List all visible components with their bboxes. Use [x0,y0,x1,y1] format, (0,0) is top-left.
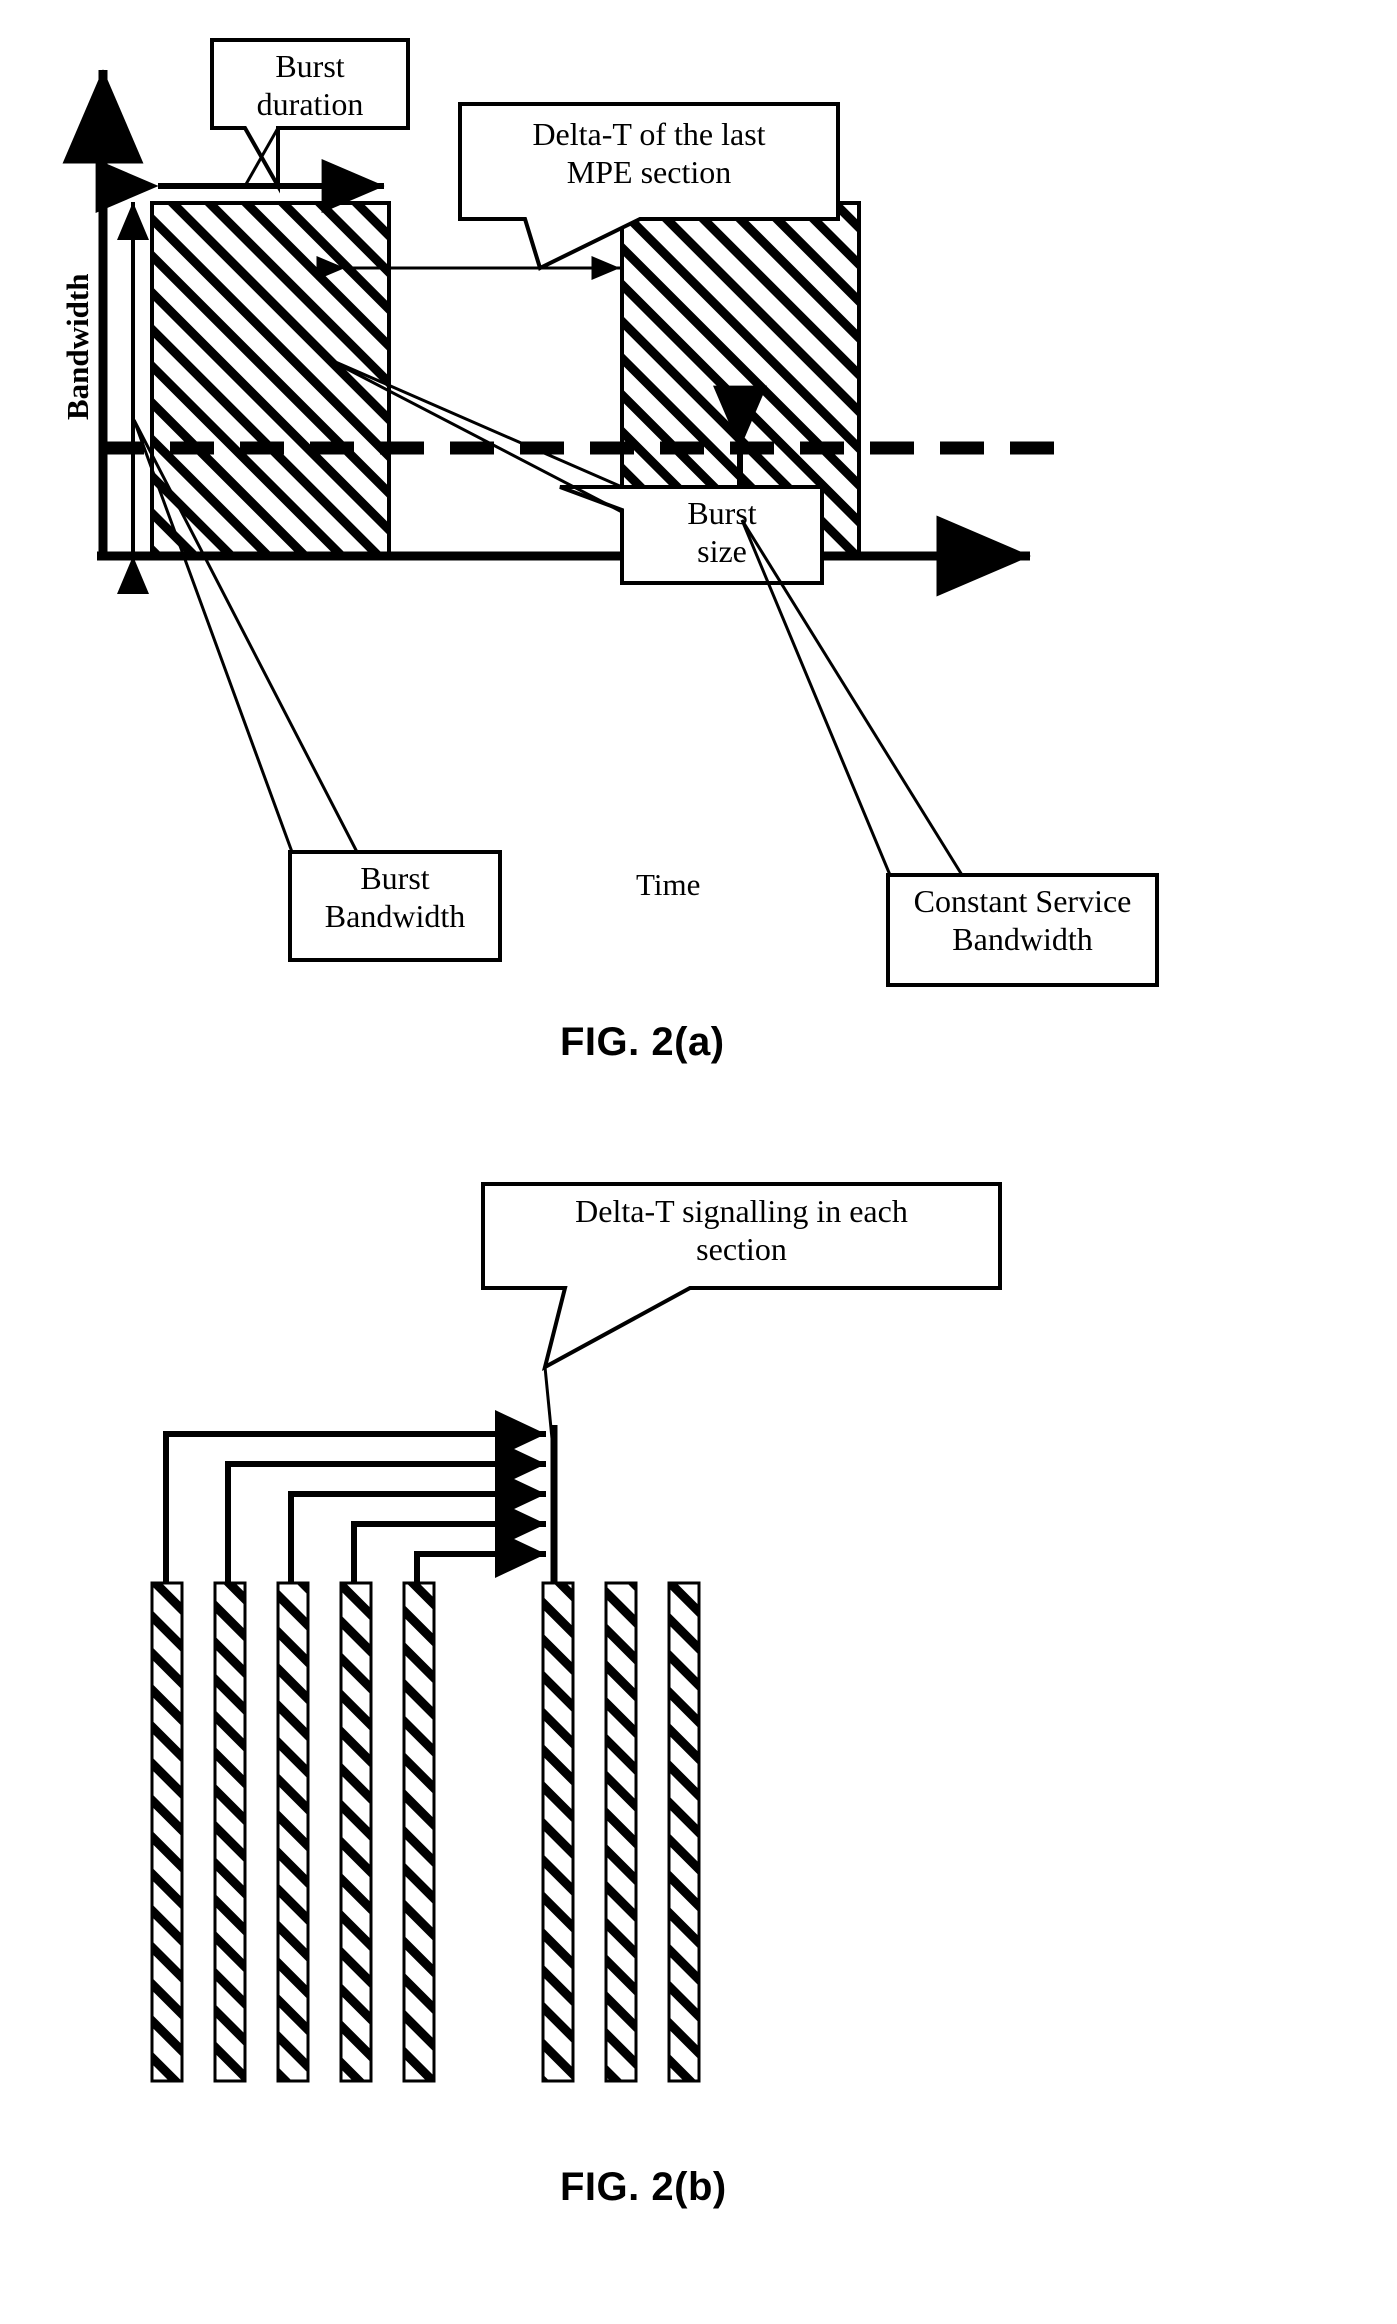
y-axis-label: Bandwidth [60,273,95,420]
callout-burst-size-label: Burst size [687,495,757,569]
mpe-section-bars-left [150,1581,436,2083]
callout-delta-t-last-mpe-label: Delta-T of the last MPE section [532,116,766,190]
callout-constant-service-bandwidth-label: Constant Service Bandwidth [913,883,1132,957]
x-axis-label: Time [636,867,701,902]
mpe-section-bars-right [541,1581,701,2083]
figure-vector-layer [62,38,1159,2083]
figure-title-2a: FIG. 2(a) [560,1020,725,1064]
callout-delta-t-signalling-label: Delta-T signalling in each section [575,1193,908,1267]
figure-sheet: Burst duration Delta-T of the last MPE s… [0,0,1397,2324]
burst-bar-1 [150,201,391,557]
delta-t-arrow-5 [414,1530,546,1590]
callout-burst-duration-label: Burst duration [256,48,364,122]
figure-title-2b: FIG. 2(b) [560,2165,727,2209]
callout-burst-bandwidth-label: Burst Bandwidth [324,860,466,934]
